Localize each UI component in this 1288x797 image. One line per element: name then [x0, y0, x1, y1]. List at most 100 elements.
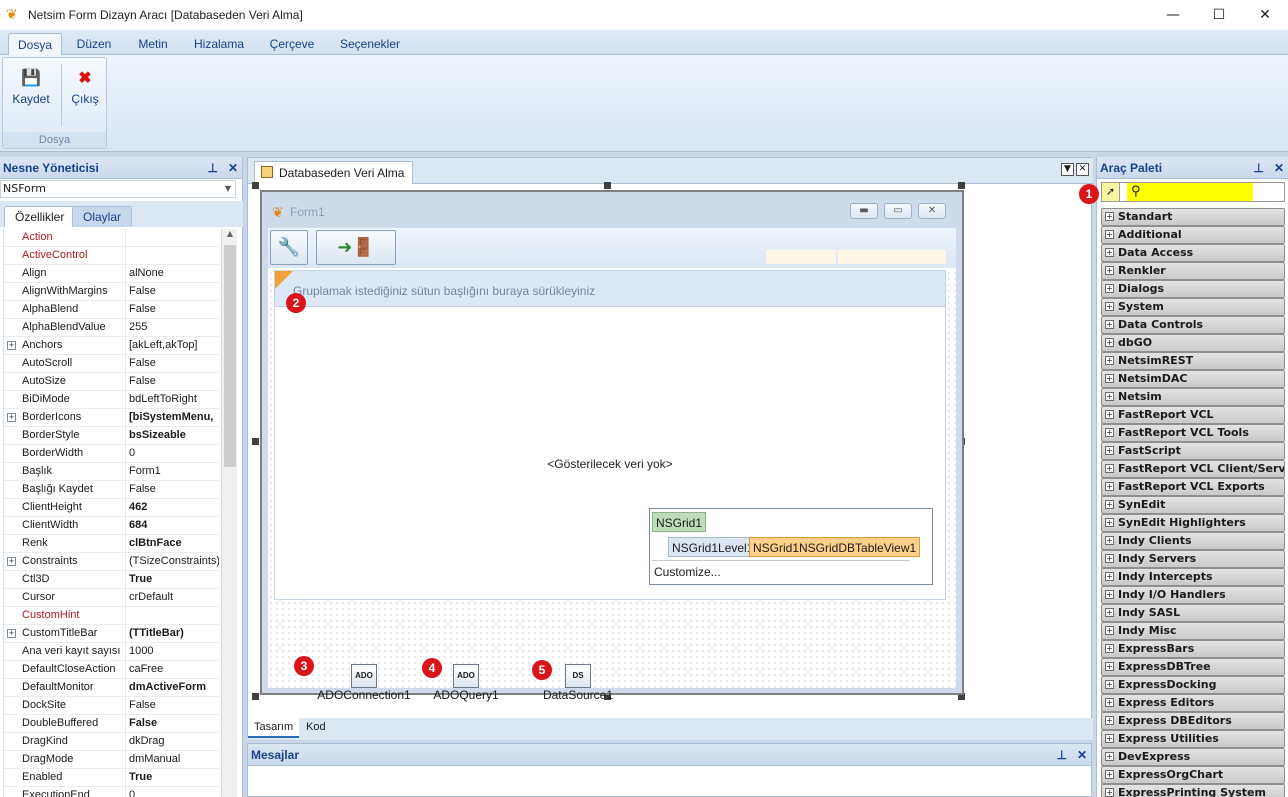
resize-handle[interactable]: [604, 182, 611, 189]
expand-icon[interactable]: +: [1105, 230, 1114, 239]
property-row[interactable]: AutoScroll False: [4, 355, 219, 373]
property-value[interactable]: dmActiveForm: [126, 679, 219, 696]
property-value[interactable]: bsSizeable: [126, 427, 219, 444]
property-value[interactable]: Form1: [126, 463, 219, 480]
expand-icon[interactable]: +: [1105, 608, 1114, 617]
palette-category[interactable]: + FastScript: [1101, 442, 1285, 460]
property-value[interactable]: 684: [126, 517, 219, 534]
document-tab[interactable]: Databaseden Veri Alma: [254, 161, 414, 184]
palette-category[interactable]: + NetsimREST: [1101, 352, 1285, 370]
property-value[interactable]: 0: [126, 787, 219, 797]
scrollbar-thumb[interactable]: [224, 245, 236, 467]
expand-icon[interactable]: +: [1105, 320, 1114, 329]
expand-icon[interactable]: +: [1105, 536, 1114, 545]
minimize-button[interactable]: —: [1150, 0, 1196, 30]
property-row[interactable]: + Constraints (TSizeConstraints): [4, 553, 219, 571]
expand-icon[interactable]: +: [1105, 572, 1114, 581]
property-value[interactable]: False: [126, 715, 219, 732]
property-row[interactable]: AlphaBlendValue 255: [4, 319, 219, 337]
expand-icon[interactable]: +: [1105, 590, 1114, 599]
property-value[interactable]: (TSizeConstraints): [126, 553, 219, 570]
expand-icon[interactable]: +: [1105, 374, 1114, 383]
property-row[interactable]: Cursor crDefault: [4, 589, 219, 607]
palette-category[interactable]: + Netsim: [1101, 388, 1285, 406]
palette-search-input[interactable]: ⚲: [1127, 183, 1253, 201]
property-value[interactable]: False: [126, 301, 219, 318]
palette-category[interactable]: + FastReport VCL Client/Server: [1101, 460, 1285, 478]
property-row[interactable]: BorderStyle bsSizeable: [4, 427, 219, 445]
palette-category[interactable]: + Data Access: [1101, 244, 1285, 262]
palette-category[interactable]: + Additional: [1101, 226, 1285, 244]
property-value[interactable]: crDefault: [126, 589, 219, 606]
expand-icon[interactable]: +: [1105, 410, 1114, 419]
property-value[interactable]: 1000: [126, 643, 219, 660]
palette-category[interactable]: + FastReport VCL: [1101, 406, 1285, 424]
property-grid-scrollbar[interactable]: ▲: [221, 229, 237, 797]
property-row[interactable]: Renk clBtnFace: [4, 535, 219, 553]
expand-icon[interactable]: +: [1105, 392, 1114, 401]
close-icon[interactable]: ✕: [1077, 744, 1087, 766]
property-value[interactable]: clBtnFace: [126, 535, 219, 552]
property-value[interactable]: [126, 229, 219, 246]
expand-icon[interactable]: +: [1105, 734, 1114, 743]
expand-icon[interactable]: +: [7, 557, 16, 566]
resize-handle[interactable]: [958, 182, 965, 189]
expand-icon[interactable]: +: [7, 341, 16, 350]
property-row[interactable]: Enabled True: [4, 769, 219, 787]
expand-icon[interactable]: +: [1105, 752, 1114, 761]
property-value[interactable]: True: [126, 571, 219, 588]
maximize-button[interactable]: ☐: [1196, 0, 1242, 30]
group-by-box[interactable]: Gruplamak istediğiniz sütun başlığını bu…: [275, 271, 945, 307]
grid-view-node[interactable]: NSGrid1NSGridDBTableView1: [749, 537, 921, 557]
grid-corner-marker[interactable]: [275, 271, 293, 289]
customize-link[interactable]: Customize...: [654, 565, 721, 579]
pin-icon[interactable]: ⊥: [207, 157, 217, 179]
property-value[interactable]: True: [126, 769, 219, 786]
palette-category[interactable]: + Data Controls: [1101, 316, 1285, 334]
expand-icon[interactable]: +: [1105, 446, 1114, 455]
property-value[interactable]: False: [126, 481, 219, 498]
property-value[interactable]: False: [126, 283, 219, 300]
pin-icon[interactable]: ⊥: [1056, 744, 1066, 766]
pointer-cursor-icon[interactable]: ➚: [1102, 183, 1120, 201]
property-value[interactable]: False: [126, 373, 219, 390]
palette-category[interactable]: + System: [1101, 298, 1285, 316]
property-row[interactable]: Ctl3D True: [4, 571, 219, 589]
expand-icon[interactable]: +: [1105, 698, 1114, 707]
tab-list-dropdown[interactable]: ▼: [1061, 163, 1074, 176]
expand-icon[interactable]: +: [1105, 338, 1114, 347]
property-value[interactable]: [126, 247, 219, 264]
property-row[interactable]: ClientHeight 462: [4, 499, 219, 517]
resize-handle[interactable]: [252, 693, 259, 700]
object-selector-combo[interactable]: NSForm ▼: [0, 180, 236, 198]
resize-handle[interactable]: [252, 438, 259, 445]
expand-icon[interactable]: +: [1105, 464, 1114, 473]
property-row[interactable]: BorderWidth 0: [4, 445, 219, 463]
property-row[interactable]: BiDiMode bdLeftToRight: [4, 391, 219, 409]
expand-icon[interactable]: +: [1105, 284, 1114, 293]
tab-cerceve[interactable]: Çerçeve: [262, 33, 322, 55]
property-row[interactable]: Başlığı Kaydet False: [4, 481, 219, 499]
save-button[interactable]: 💾 Kaydet: [7, 66, 55, 126]
palette-category[interactable]: + Indy SASL: [1101, 604, 1285, 622]
palette-category[interactable]: + Indy Misc: [1101, 622, 1285, 640]
expand-icon[interactable]: +: [1105, 680, 1114, 689]
expand-icon[interactable]: +: [1105, 662, 1114, 671]
exit-door-button[interactable]: ➜🚪: [316, 230, 396, 265]
palette-category[interactable]: + FastReport VCL Exports: [1101, 478, 1285, 496]
property-row[interactable]: DockSite False: [4, 697, 219, 715]
close-icon[interactable]: ✕: [228, 157, 238, 179]
property-value[interactable]: caFree: [126, 661, 219, 678]
palette-category[interactable]: + ExpressBars: [1101, 640, 1285, 658]
expand-icon[interactable]: +: [1105, 716, 1114, 725]
palette-category[interactable]: + ExpressOrgChart: [1101, 766, 1285, 784]
palette-category[interactable]: + SynEdit Highlighters: [1101, 514, 1285, 532]
palette-category[interactable]: + dbGO: [1101, 334, 1285, 352]
property-row[interactable]: Action: [4, 229, 219, 247]
tab-dosya[interactable]: Dosya: [8, 33, 62, 55]
property-row[interactable]: ActiveControl: [4, 247, 219, 265]
property-value[interactable]: bdLeftToRight: [126, 391, 219, 408]
property-value[interactable]: [biSystemMenu,: [126, 409, 219, 426]
property-value[interactable]: alNone: [126, 265, 219, 282]
expand-icon[interactable]: +: [1105, 554, 1114, 563]
